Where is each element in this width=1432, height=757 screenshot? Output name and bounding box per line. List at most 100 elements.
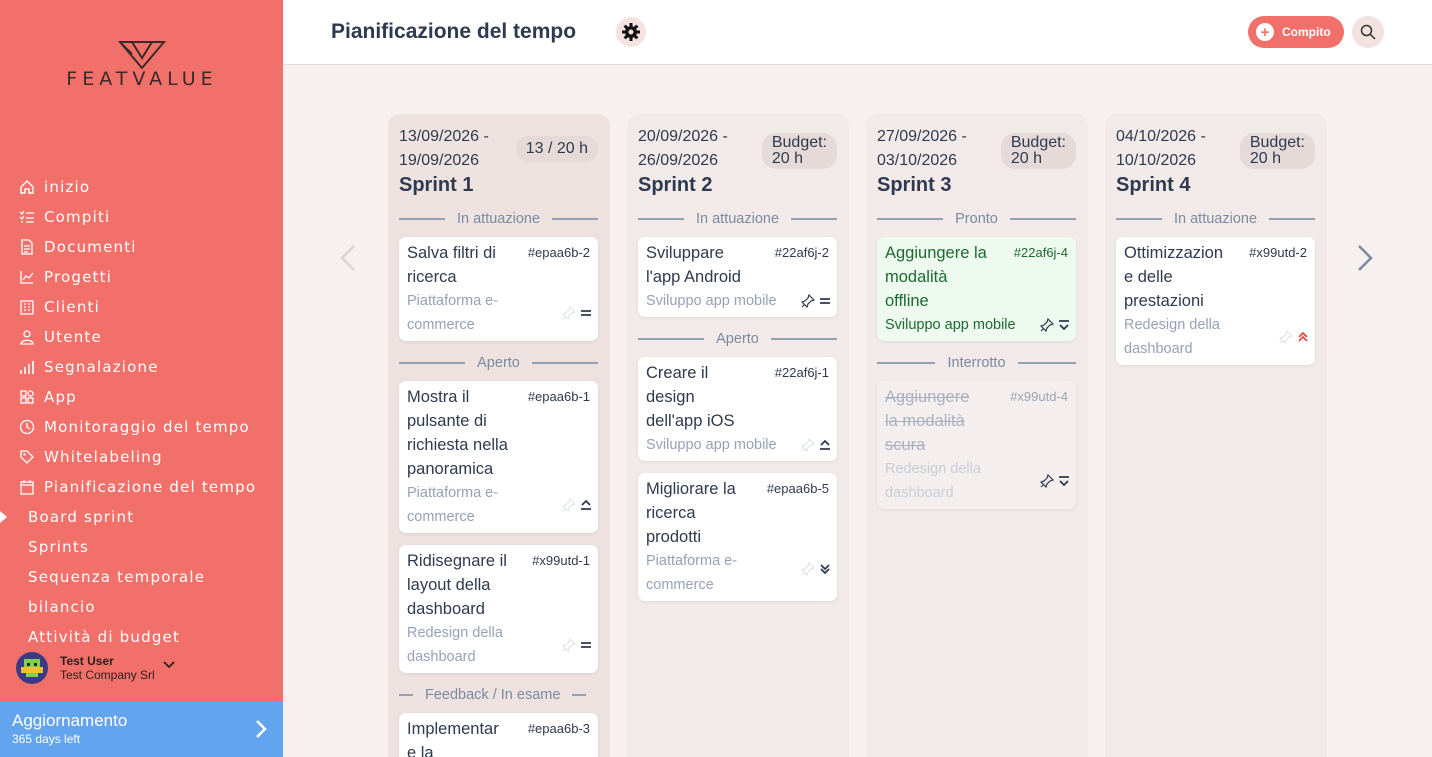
- sidebar-item-label: Monitoraggio del tempo: [44, 418, 250, 436]
- sidebar-subitem-sprints[interactable]: Sprints: [0, 532, 283, 562]
- sprint-budget-badge: 13 / 20 h: [515, 136, 598, 162]
- user-menu[interactable]: Test User Test Company Srl: [16, 652, 175, 684]
- sidebar-item-label: Clienti: [44, 298, 100, 316]
- task-card[interactable]: Aggiungere la modalità offline #22af6j-4 S…: [877, 237, 1076, 341]
- pin-icon[interactable]: [562, 638, 576, 652]
- task-title: Implementar e la: [407, 720, 499, 757]
- task-project: Redesign della dashboard: [1124, 317, 1220, 357]
- building-icon: [18, 298, 36, 316]
- status-group-header: Aperto: [638, 331, 838, 347]
- search-button[interactable]: [1352, 16, 1384, 48]
- task-project: Sviluppo app mobile: [646, 293, 777, 309]
- document-icon: [18, 238, 36, 256]
- task-project: Piattaforma e-commerce: [407, 293, 499, 333]
- sprint-title: Sprint 1: [399, 174, 474, 196]
- pin-icon[interactable]: [801, 438, 815, 452]
- tag-icon: [18, 448, 36, 466]
- task-card[interactable]: Migliorare la ricerca prodotti #epaa6b-5 P…: [638, 473, 837, 601]
- pin-icon[interactable]: [1040, 474, 1054, 488]
- sidebar-item-documenti[interactable]: Documenti: [0, 232, 283, 262]
- sidebar-item-utente[interactable]: Utente: [0, 322, 283, 352]
- chart-icon: [18, 268, 36, 286]
- sidebar-item-compiti[interactable]: Compiti: [0, 202, 283, 232]
- sprint-dates: 20/09/2026 -26/09/2026: [638, 128, 728, 169]
- pin-icon[interactable]: [801, 294, 815, 308]
- sidebar-item-app[interactable]: App: [0, 382, 283, 412]
- gear-icon: [622, 23, 640, 41]
- plus-icon: +: [1256, 23, 1274, 41]
- task-card[interactable]: Ridisegnare il layout della dashboard #x99…: [399, 545, 598, 673]
- sprint-budget-badge: Budget: 20 h: [1239, 133, 1315, 169]
- sidebar-item-inizio[interactable]: inizio: [0, 172, 283, 202]
- scroll-right-arrow-icon[interactable]: [1355, 244, 1375, 277]
- sprint-title: Sprint 3: [877, 174, 952, 196]
- status-group-header: Aperto: [399, 355, 599, 371]
- sidebar-item-monitoraggio[interactable]: Monitoraggio del tempo: [0, 412, 283, 442]
- pin-icon[interactable]: [562, 306, 576, 320]
- sidebar-subitem-sequenza[interactable]: Sequenza temporale: [0, 562, 283, 592]
- sprint-dates: 27/09/2026 -03/10/2026: [877, 128, 967, 169]
- upgrade-banner[interactable]: Aggiornamento 365 days left: [0, 701, 283, 757]
- status-group-header: In attuazione: [1116, 211, 1316, 227]
- user-icon: [18, 328, 36, 346]
- task-title: Salva filtri di ricerca: [407, 244, 496, 286]
- sprint-dates: 04/10/2026 -10/10/2026: [1116, 128, 1206, 169]
- clock-icon: [18, 418, 36, 436]
- task-title: Ridisegnare il layout della dashboard: [407, 552, 507, 618]
- sprint-column: 27/09/2026 -03/10/2026 Budget: 20 h Sprin…: [866, 114, 1088, 757]
- logo-mark-icon: [118, 41, 166, 70]
- settings-button[interactable]: [616, 17, 646, 47]
- sidebar-item-label: Pianificazione del tempo: [44, 478, 257, 496]
- sidebar-item-whitelabeling[interactable]: Whitelabeling: [0, 442, 283, 472]
- top-header: Pianificazione del tempo + Compito: [283, 0, 1432, 65]
- sprint-budget-badge: Budget: 20 h: [761, 133, 837, 169]
- task-title: Mostra il pulsante di richiesta nella panor…: [407, 388, 508, 478]
- task-id: #epaa6b-5: [766, 481, 829, 496]
- add-task-label: Compito: [1282, 25, 1331, 39]
- task-card[interactable]: Sviluppare l'app Android #22af6j-2 Svilup…: [638, 237, 837, 317]
- home-icon: [18, 178, 36, 196]
- sidebar-subitem-board-sprint[interactable]: Board sprint: [0, 502, 283, 532]
- sprint-title: Sprint 2: [638, 174, 713, 196]
- sidebar-item-pianificazione[interactable]: Pianificazione del tempo: [0, 472, 283, 502]
- task-id: #x99utd-4: [1010, 389, 1068, 404]
- sidebar-subitem-attivita-budget[interactable]: Attività di budget: [0, 622, 283, 652]
- pin-icon[interactable]: [801, 562, 815, 576]
- sidebar-nav: inizio Compiti Documenti Progetti Client…: [0, 172, 283, 652]
- task-id: #22af6j-1: [774, 365, 829, 380]
- status-group-header: In attuazione: [399, 211, 599, 227]
- task-project: Piattaforma e-commerce: [646, 553, 738, 593]
- add-task-button[interactable]: + Compito: [1248, 16, 1344, 48]
- task-id: #x99utd-2: [1249, 245, 1307, 260]
- sidebar-subitem-bilancio[interactable]: bilancio: [0, 592, 283, 622]
- task-card[interactable]: Implementar e la #epaa6b-3: [399, 713, 598, 757]
- task-card[interactable]: Mostra il pulsante di richiesta nella panor…: [399, 381, 598, 533]
- scroll-left-arrow-icon[interactable]: [338, 244, 358, 277]
- pin-icon[interactable]: [562, 498, 576, 512]
- chevron-down-icon[interactable]: [163, 656, 175, 674]
- task-project: Sviluppo app mobile: [646, 437, 777, 453]
- sidebar-item-label: App: [44, 388, 77, 406]
- sidebar-item-segnalazione[interactable]: Segnalazione: [0, 352, 283, 382]
- calendar-icon: [18, 478, 36, 496]
- task-id: #epaa6b-3: [527, 721, 590, 736]
- priority-up-icon: [581, 499, 591, 510]
- sprint-column: 13/09/2026 -19/09/2026 13 / 20 h Sprint …: [388, 114, 610, 757]
- sidebar-item-progetti[interactable]: Progetti: [0, 262, 283, 292]
- sidebar-item-clienti[interactable]: Clienti: [0, 292, 283, 322]
- logo[interactable]: FEATVALUE: [56, 40, 228, 90]
- task-card[interactable]: Ottimizzazion e delle prestazioni #x99utd-…: [1116, 237, 1315, 365]
- pin-icon[interactable]: [1279, 330, 1293, 344]
- priority-double-up-icon: [1298, 331, 1308, 342]
- task-project: Piattaforma e-commerce: [407, 485, 499, 525]
- task-id: #x99utd-1: [532, 553, 590, 568]
- task-title: Sviluppare l'app Android: [646, 244, 741, 286]
- task-card[interactable]: Salva filtri di ricerca #epaa6b-2 Piattaf…: [399, 237, 598, 341]
- task-card[interactable]: Aggiungere la modalità scura #x99utd-4 Red…: [877, 381, 1076, 509]
- pin-icon[interactable]: [1040, 318, 1054, 332]
- task-card[interactable]: Creare il design dell'app iOS #22af6j-1 Sv…: [638, 357, 837, 461]
- status-group-header: Feedback / In esame: [399, 687, 598, 703]
- chevron-right-icon: [255, 719, 267, 744]
- task-title: Creare il design dell'app iOS: [646, 364, 735, 430]
- sprint-column: 20/09/2026 -26/09/2026 Budget: 20 h Sprin…: [627, 114, 849, 757]
